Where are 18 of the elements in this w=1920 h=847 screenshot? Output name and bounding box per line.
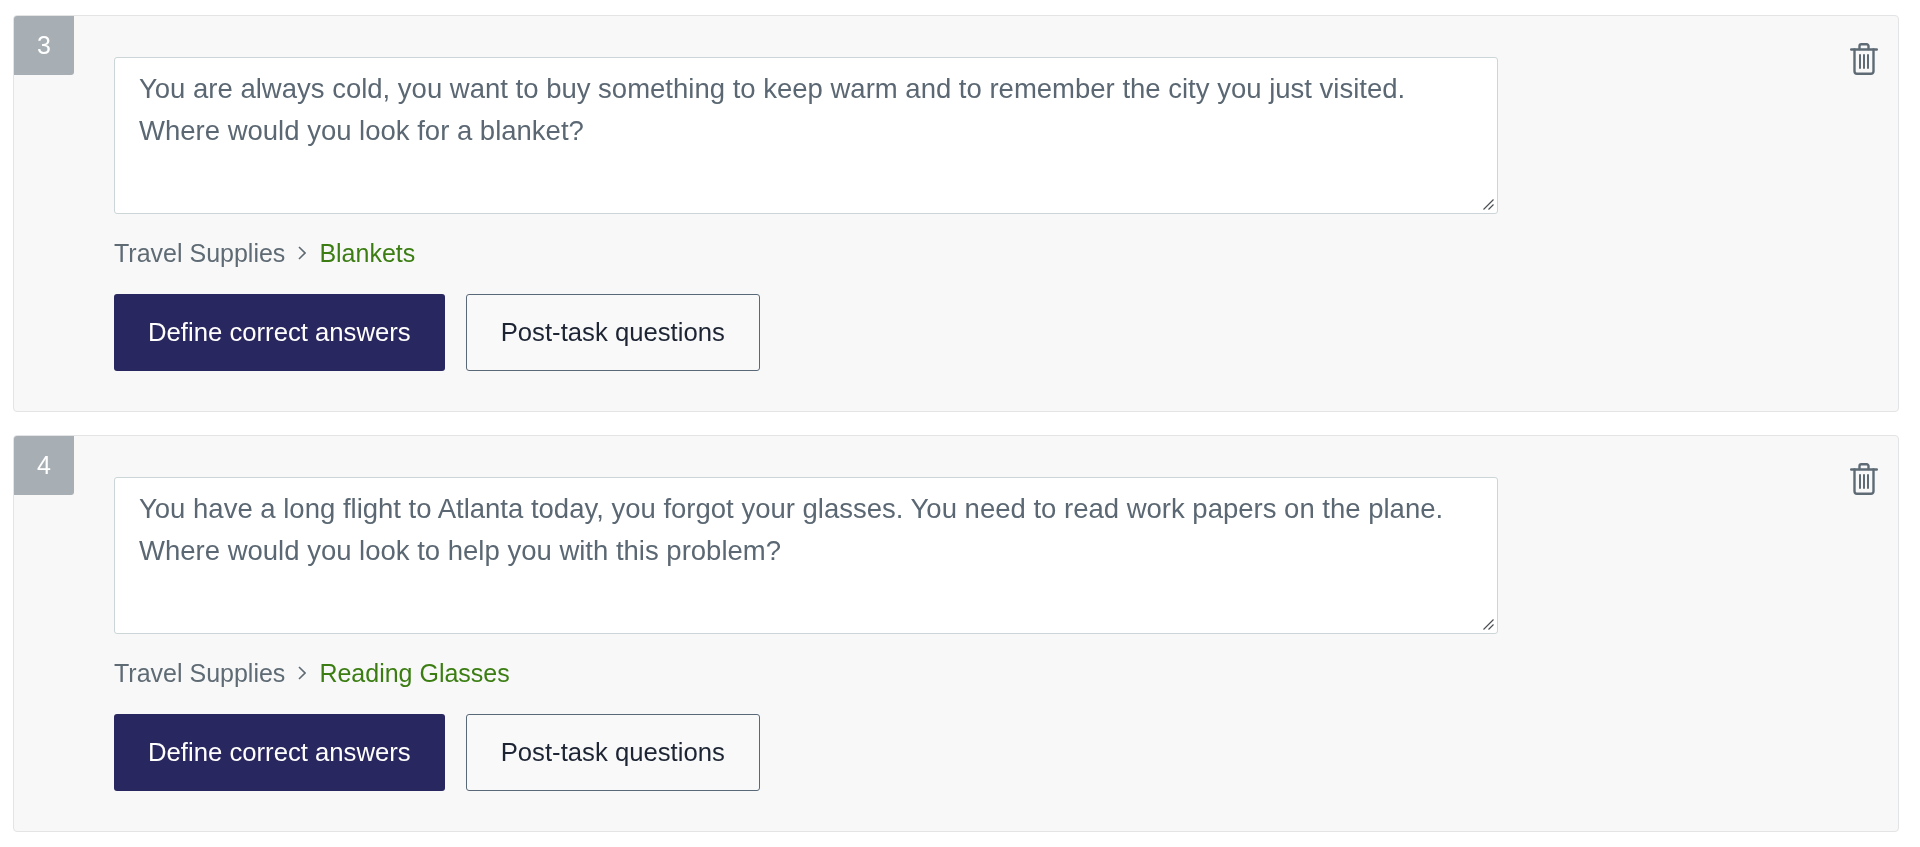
resize-grip-icon[interactable]: [1483, 619, 1494, 630]
parent-category: Travel Supplies: [114, 238, 286, 268]
primary-button[interactable]: Define correct answers: [114, 714, 445, 791]
number-badge: 4: [14, 436, 74, 495]
trash-icon[interactable]: [1850, 463, 1878, 495]
task-description-field[interactable]: You are always cold, you want to buy something to keep warm and to remember the city you just visited. Where would you look for a blanket?: [114, 57, 1498, 214]
answer-category: Blankets: [319, 238, 416, 268]
parent-category: Travel Supplies: [114, 658, 286, 688]
outline-button[interactable]: Post-task questions: [465, 714, 760, 791]
trash-icon[interactable]: [1850, 43, 1878, 75]
outline-button[interactable]: Post-task questions: [465, 294, 760, 371]
number-badge: 3: [14, 16, 74, 75]
answer-category: Reading Glasses: [319, 658, 510, 688]
primary-button[interactable]: Define correct answers: [114, 294, 445, 371]
task-description-field[interactable]: You have a long flight to Atlanta today, you forgot your glasses. You need to read work papers on the plane. Where would you look to help you with this problem?: [114, 477, 1498, 634]
chevron-right-icon: [298, 246, 307, 260]
chevron-right-icon: [298, 666, 307, 680]
resize-grip-icon[interactable]: [1483, 199, 1494, 210]
